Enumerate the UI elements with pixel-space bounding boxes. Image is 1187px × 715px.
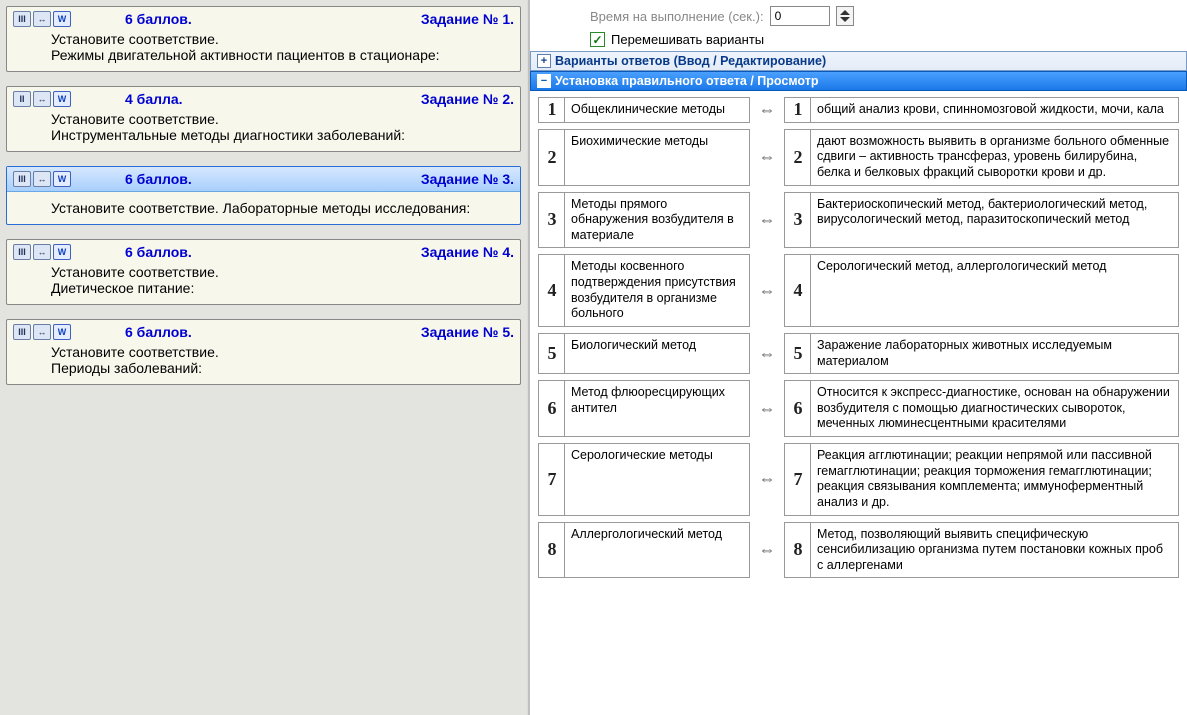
link-arrow-icon[interactable]: ⇔ <box>750 380 784 437</box>
task-settings: Время на выполнение (сек.): ✓ Перемешива… <box>530 0 1187 51</box>
level-icon: III <box>13 324 31 340</box>
section-variants-header[interactable]: + Варианты ответов (Ввод / Редактировани… <box>530 51 1187 71</box>
match-row: 1Общеклинические методы⇔1общий анализ кр… <box>538 97 1179 123</box>
match-row: 3Методы прямого обнаружения возбудителя … <box>538 192 1179 249</box>
expand-icon[interactable]: + <box>537 54 551 68</box>
answer-key-area: 1Общеклинические методы⇔1общий анализ кр… <box>530 91 1187 594</box>
left-index: 2 <box>538 129 564 186</box>
right-index: 3 <box>784 192 810 249</box>
expand-icon[interactable]: ↔ <box>33 11 51 27</box>
link-arrow-icon[interactable]: ⇔ <box>750 129 784 186</box>
task-points: 6 баллов. <box>125 171 192 187</box>
left-term[interactable]: Методы косвенного подтверждения присутст… <box>564 254 750 327</box>
match-row: 7Серологические методы⇔7Реакция агглютин… <box>538 443 1179 516</box>
right-definition[interactable]: дают возможность выявить в организме бол… <box>810 129 1179 186</box>
link-arrow-icon[interactable]: ⇔ <box>750 254 784 327</box>
right-index: 2 <box>784 129 810 186</box>
task-points: 4 балла. <box>125 91 183 107</box>
word-icon[interactable]: W <box>53 324 71 340</box>
section-answer-header[interactable]: − Установка правильного ответа / Просмот… <box>530 71 1187 91</box>
right-index: 8 <box>784 522 810 579</box>
right-definition[interactable]: Серологический метод, аллергологический … <box>810 254 1179 327</box>
section-answer-title: Установка правильного ответа / Просмотр <box>555 74 818 88</box>
task-text: Установите соответствие. Лабораторные ме… <box>13 196 514 216</box>
left-index: 5 <box>538 333 564 374</box>
left-index: 7 <box>538 443 564 516</box>
left-term[interactable]: Аллергологический метод <box>564 522 750 579</box>
task-card[interactable]: III↔W 6 баллов. Задание № 4.Установите соо… <box>6 239 521 305</box>
left-index: 4 <box>538 254 564 327</box>
right-definition[interactable]: Метод, позволяющий выявить специфическую… <box>810 522 1179 579</box>
shuffle-checkbox[interactable]: ✓ <box>590 32 605 47</box>
right-definition[interactable]: общий анализ крови, спинномозговой жидко… <box>810 97 1179 123</box>
time-input[interactable] <box>770 6 830 26</box>
task-number: Задание № 3. <box>421 171 514 187</box>
editor-pane: Время на выполнение (сек.): ✓ Перемешива… <box>528 0 1187 715</box>
task-text: Установите соответствие.Диетическое пита… <box>13 260 514 296</box>
right-index: 5 <box>784 333 810 374</box>
right-definition[interactable]: Бактериоскопический метод, бактериологич… <box>810 192 1179 249</box>
task-text: Установите соответствие.Периоды заболева… <box>13 340 514 376</box>
left-term[interactable]: Метод флюоресцирующих антител <box>564 380 750 437</box>
link-arrow-icon[interactable]: ⇔ <box>750 192 784 249</box>
match-row: 5Биологический метод⇔5Заражение лаборато… <box>538 333 1179 374</box>
word-icon[interactable]: W <box>53 171 71 187</box>
left-term[interactable]: Общеклинические методы <box>564 97 750 123</box>
task-text: Установите соответствие.Инструментальные… <box>13 107 514 143</box>
task-text: Установите соответствие.Режимы двигатель… <box>13 27 514 63</box>
task-card[interactable]: III↔W 6 баллов. Задание № 3. Установите соо… <box>6 166 521 225</box>
task-list-pane: III↔W6 баллов.Задание № 1.Установите соо… <box>0 0 528 715</box>
left-term[interactable]: Биологический метод <box>564 333 750 374</box>
match-row: 8Аллергологический метод⇔8Метод, позволя… <box>538 522 1179 579</box>
task-number: Задание № 5. <box>421 324 514 340</box>
time-label: Время на выполнение (сек.): <box>590 9 764 24</box>
left-term[interactable]: Серологические методы <box>564 443 750 516</box>
word-icon[interactable]: W <box>53 244 71 260</box>
expand-icon[interactable]: ↔ <box>33 171 51 187</box>
task-number: Задание № 1. <box>421 11 514 27</box>
time-spinner[interactable] <box>836 6 854 26</box>
right-definition[interactable]: Относится к экспресс-диагностике, основа… <box>810 380 1179 437</box>
right-definition[interactable]: Реакция агглютинации; реакции непрямой и… <box>810 443 1179 516</box>
match-row: 4Методы косвенного подтверждения присутс… <box>538 254 1179 327</box>
match-row: 2Биохимические методы⇔2дают возможность … <box>538 129 1179 186</box>
link-arrow-icon[interactable]: ⇔ <box>750 97 784 123</box>
left-index: 3 <box>538 192 564 249</box>
section-variants-title: Варианты ответов (Ввод / Редактирование) <box>555 54 826 68</box>
right-index: 7 <box>784 443 810 516</box>
expand-icon[interactable]: ↔ <box>33 324 51 340</box>
shuffle-label: Перемешивать варианты <box>611 32 764 47</box>
left-term[interactable]: Биохимические методы <box>564 129 750 186</box>
task-points: 6 баллов. <box>125 324 192 340</box>
word-icon[interactable]: W <box>53 11 71 27</box>
link-arrow-icon[interactable]: ⇔ <box>750 522 784 579</box>
level-icon: II <box>13 91 31 107</box>
level-icon: III <box>13 171 31 187</box>
task-card[interactable]: III↔W 6 баллов. Задание № 1.Установите соо… <box>6 6 521 72</box>
collapse-icon[interactable]: − <box>537 74 551 88</box>
word-icon[interactable]: W <box>53 91 71 107</box>
left-index: 8 <box>538 522 564 579</box>
left-term[interactable]: Методы прямого обнаружения возбудителя в… <box>564 192 750 249</box>
level-icon: III <box>13 244 31 260</box>
match-row: 6Метод флюоресцирующих антител⇔6Относитс… <box>538 380 1179 437</box>
right-index: 1 <box>784 97 810 123</box>
link-arrow-icon[interactable]: ⇔ <box>750 443 784 516</box>
expand-icon[interactable]: ↔ <box>33 244 51 260</box>
expand-icon[interactable]: ↔ <box>33 91 51 107</box>
task-points: 6 баллов. <box>125 244 192 260</box>
link-arrow-icon[interactable]: ⇔ <box>750 333 784 374</box>
right-index: 4 <box>784 254 810 327</box>
task-number: Задание № 4. <box>421 244 514 260</box>
task-card[interactable]: III↔W 6 баллов. Задание № 5.Установите соо… <box>6 319 521 385</box>
right-index: 6 <box>784 380 810 437</box>
left-index: 1 <box>538 97 564 123</box>
task-points: 6 баллов. <box>125 11 192 27</box>
task-card[interactable]: II↔W 4 балла. Задание № 2.Установите соотв… <box>6 86 521 152</box>
left-index: 6 <box>538 380 564 437</box>
level-icon: III <box>13 11 31 27</box>
right-definition[interactable]: Заражение лабораторных животных исследуе… <box>810 333 1179 374</box>
task-number: Задание № 2. <box>421 91 514 107</box>
